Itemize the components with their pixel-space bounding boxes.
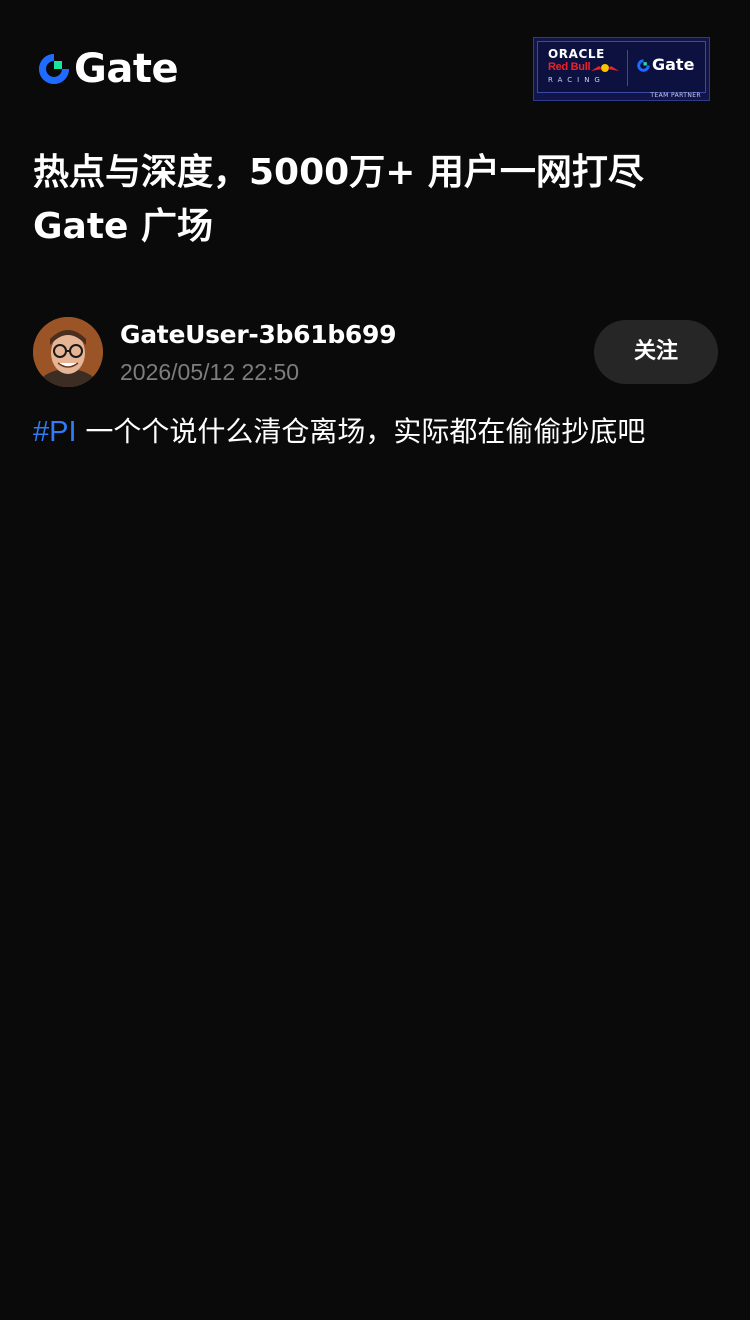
avatar-image bbox=[33, 317, 103, 387]
badge-divider bbox=[627, 50, 628, 86]
gate-logo-icon bbox=[39, 54, 69, 84]
oracle-text: ORACLE bbox=[548, 47, 605, 61]
gate-small-icon bbox=[637, 58, 650, 72]
badge-gate-logo: Gate bbox=[636, 56, 694, 74]
racing-text: RACING bbox=[548, 76, 605, 84]
post-text: 一个个说什么清仓离场，实际都在偷偷抄底吧 bbox=[76, 415, 646, 448]
follow-button[interactable]: 关注 bbox=[594, 320, 718, 384]
badge-gate-text: Gate bbox=[652, 55, 695, 74]
headline-line-2: Gate 广场 bbox=[33, 206, 214, 247]
page-headline: 热点与深度，5000万+ 用户一网打尽 Gate 广场 bbox=[33, 146, 723, 254]
gate-logo[interactable]: Gate bbox=[36, 46, 179, 92]
avatar[interactable] bbox=[33, 317, 103, 387]
post-content: #PI 一个个说什么清仓离场，实际都在偷偷抄底吧 bbox=[33, 411, 723, 453]
partner-badge-inner: ORACLE Red Bull RACING Gate bbox=[537, 41, 706, 93]
team-partner-text: TEAM PARTNER bbox=[650, 92, 701, 99]
post-timestamp: 2026/05/12 22:50 bbox=[120, 359, 300, 385]
site-header: Gate ORACLE Red Bull RACING Gate TEAM PA… bbox=[0, 0, 750, 140]
post-author-name[interactable]: GateUser-3b61b699 bbox=[120, 319, 397, 351]
headline-line-1: 热点与深度，5000万+ 用户一网打尽 bbox=[33, 152, 644, 193]
red-bull-text: Red Bull bbox=[548, 61, 591, 73]
team-partner-badge: ORACLE Red Bull RACING Gate TEAM PARTNER bbox=[533, 37, 710, 101]
logo-text: Gate bbox=[74, 46, 179, 92]
red-bull-icon bbox=[591, 64, 619, 72]
post-hashtag-link[interactable]: #PI bbox=[33, 416, 77, 448]
